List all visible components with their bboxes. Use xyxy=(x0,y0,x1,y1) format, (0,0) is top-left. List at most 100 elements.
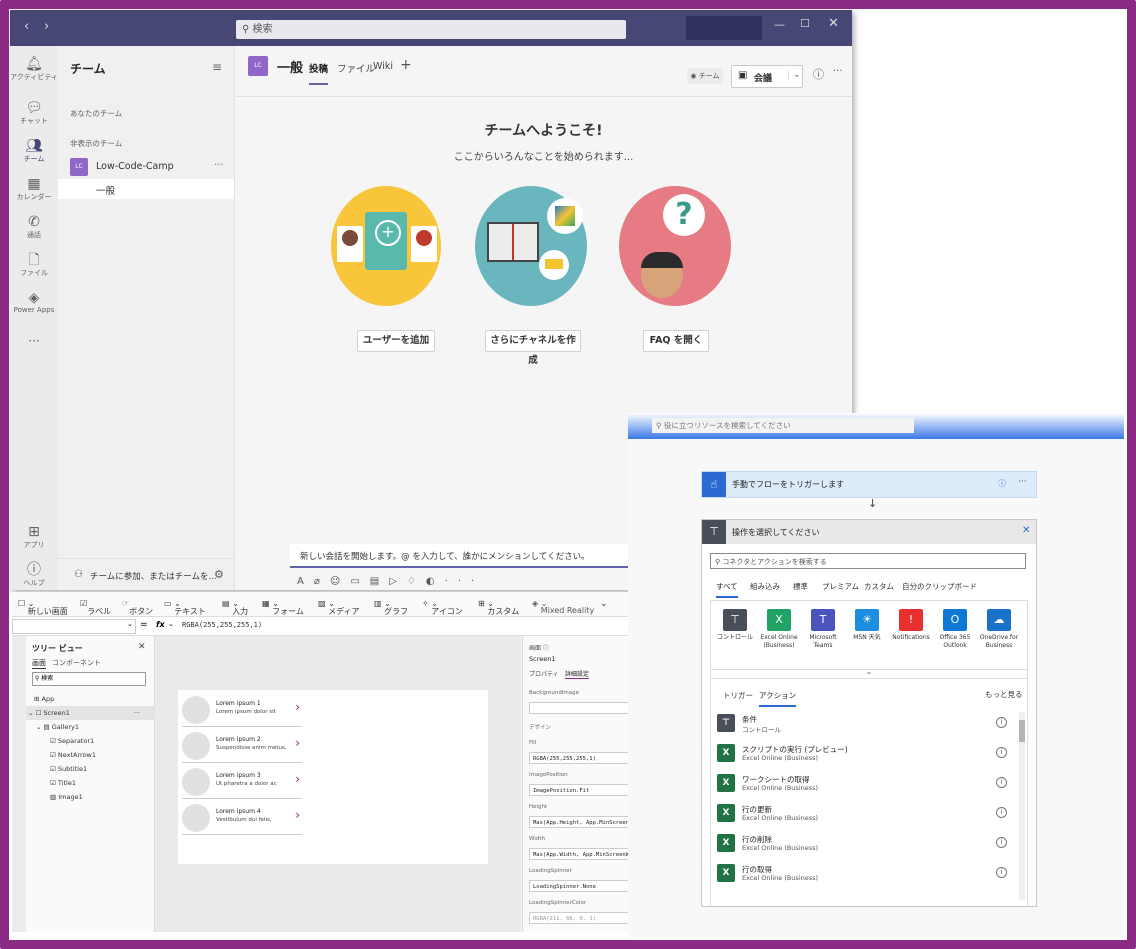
connector-teams[interactable]: T Microsoft Teams xyxy=(801,609,845,650)
more-icon[interactable]: ··· xyxy=(833,66,843,77)
team-item[interactable]: LC Low-Code-Camp ··· xyxy=(68,156,234,178)
meet-now-icon[interactable]: ▷ xyxy=(389,576,407,587)
tab-advanced[interactable]: 詳細設定 xyxy=(565,669,590,679)
cat-tab-standard[interactable]: 標準 xyxy=(793,581,808,592)
rail-calendar[interactable]: ▦ カレンダー xyxy=(10,176,58,202)
tree-item-screen1[interactable]: ⌄ ☐ Screen1 ··· xyxy=(26,706,168,720)
tab-properties[interactable]: プロパティ xyxy=(529,669,559,678)
rail-calls[interactable]: ✆ 通話 xyxy=(10,214,58,240)
connector-outlook[interactable]: O Office 365 Outlook xyxy=(933,609,977,650)
forward-arrow-icon[interactable]: › xyxy=(44,19,49,34)
chevron-right-icon[interactable]: › xyxy=(295,736,300,750)
formula-input[interactable]: RGBA(255,255,255,1) xyxy=(182,621,262,629)
meet-button[interactable]: ▣ 会議 ⌄ xyxy=(731,65,803,88)
connector-onedrive[interactable]: ☁ OneDrive for Business xyxy=(977,609,1021,650)
rail-apps[interactable]: ⊞ アプリ xyxy=(10,524,58,550)
more-icon[interactable]: ··· xyxy=(445,576,485,587)
more-options-icon[interactable]: ··· xyxy=(214,160,224,171)
prop-input[interactable]: Max(App.Height, App.MinScreenHeight) xyxy=(529,816,633,828)
action-item[interactable]: X 行の削除 Excel Online (Business) i xyxy=(711,830,1011,860)
info-icon[interactable]: i xyxy=(996,837,1007,848)
close-icon[interactable]: ✕ xyxy=(828,16,839,31)
join-team-bar[interactable]: ⚇ チームに参加、またはチームを... ⚙ xyxy=(58,558,234,590)
more-icon[interactable]: ··· xyxy=(1018,477,1027,487)
open-faq-button[interactable]: FAQ を開く xyxy=(643,330,709,352)
close-icon[interactable]: ✕ xyxy=(1022,525,1030,536)
tab-actions[interactable]: アクション xyxy=(759,690,797,707)
label-button[interactable]: ☑ ラベル xyxy=(80,599,111,616)
gallery-item[interactable]: Lorem ipsum 4 Vestibulum dui felis, › xyxy=(182,800,302,835)
tab-wiki[interactable]: Wiki xyxy=(373,61,393,72)
tab-posts[interactable]: 投稿 xyxy=(309,61,329,85)
tab-components[interactable]: コンポーネント xyxy=(52,658,101,668)
connector-notifications[interactable]: ! Notifications xyxy=(889,609,933,642)
chart-menu[interactable]: ▥ グラフ ⌄ xyxy=(374,599,408,616)
rail-activity[interactable]: 🔔︎ アクティビティ xyxy=(10,56,58,82)
prop-input[interactable]: ImagePosition.Fit xyxy=(529,784,633,796)
resource-search-input[interactable]: ⚲ 役に立つリソースを検索してください xyxy=(652,418,914,433)
connector-excel[interactable]: X Excel Online (Business) xyxy=(757,609,801,650)
text-menu[interactable]: ▭ テキスト ⌄ xyxy=(164,599,206,616)
info-icon[interactable]: ⓘ xyxy=(813,66,824,82)
mixed-reality-menu[interactable]: ◈ Mixed Reality ⌄ xyxy=(532,599,594,615)
search-input[interactable]: ⚲ 検索 xyxy=(236,20,626,39)
prop-input[interactable]: RGBA(211, 66, 9, 1) xyxy=(529,912,633,924)
scrollbar-thumb[interactable] xyxy=(1019,720,1025,742)
action-item[interactable]: X ワークシートの取得 Excel Online (Business) i xyxy=(711,770,1011,800)
prop-input[interactable]: Max(App.Width, App.MinScreenWidth) xyxy=(529,848,633,860)
format-icon[interactable]: A xyxy=(297,576,314,587)
tab-screens[interactable]: 画面 xyxy=(32,658,46,669)
rail-help[interactable]: ⓘ ヘルプ xyxy=(10,562,58,588)
filter-icon[interactable]: ≡ xyxy=(212,60,222,74)
tab-files[interactable]: ファイル xyxy=(337,61,375,75)
gallery-item[interactable]: Lorem ipsum 1 Lorem ipsum dolor sit › xyxy=(182,692,302,727)
more-apps-icon[interactable]: ··· xyxy=(10,334,58,348)
prop-input[interactable]: LoadingSpinner.None xyxy=(529,880,633,892)
cat-tab-builtin[interactable]: 組み込み xyxy=(750,581,780,592)
minimize-icon[interactable]: — xyxy=(774,18,785,31)
gif-icon[interactable]: ▭ xyxy=(350,576,369,587)
chevron-right-icon[interactable]: › xyxy=(295,700,300,714)
tree-item-app[interactable]: ⊞ App xyxy=(26,692,174,706)
gallery-item[interactable]: Lorem ipsum 2 Suspendisse enim metus, › xyxy=(182,728,302,763)
form-menu[interactable]: ▦ フォーム ⌄ xyxy=(262,599,304,616)
icons-menu[interactable]: ✧ アイコン ⌄ xyxy=(422,599,463,616)
new-screen-button[interactable]: ☐ 新しい画面 ⌄ xyxy=(18,599,68,616)
cat-tab-clipboard[interactable]: 自分のクリップボード xyxy=(902,581,977,592)
attach-icon[interactable]: ⌀ xyxy=(314,576,330,587)
cat-tab-custom[interactable]: カスタム xyxy=(864,581,894,592)
rail-powerapps[interactable]: ◈ Power Apps xyxy=(10,290,58,314)
info-icon[interactable]: i xyxy=(996,777,1007,788)
close-icon[interactable]: ✕ xyxy=(138,642,146,652)
action-item[interactable]: X スクリプトの実行 (プレビュー) Excel Online (Business)… xyxy=(711,740,1011,770)
rail-teams[interactable]: 👥︎ チーム xyxy=(10,138,58,164)
praise-icon[interactable]: ♢ xyxy=(407,576,426,587)
info-icon[interactable]: i xyxy=(996,867,1007,878)
action-item[interactable]: ⊤ 条件 コントロール i xyxy=(711,710,1011,740)
connector-control[interactable]: ⊤ コントロール xyxy=(713,609,757,642)
custom-menu[interactable]: ⊞ カスタム ⌄ xyxy=(478,599,519,616)
back-arrow-icon[interactable]: ‹ xyxy=(24,19,29,34)
prop-input[interactable] xyxy=(529,702,633,714)
add-users-button[interactable]: ユーザーを追加 xyxy=(357,330,435,352)
trigger-card[interactable]: ☝ 手動でフローをトリガーします ⓘ ··· xyxy=(701,471,1037,498)
loop-icon[interactable]: ◐ xyxy=(426,576,445,587)
action-list-scrollbar[interactable] xyxy=(1019,712,1025,900)
emoji-icon[interactable]: ☺ xyxy=(330,576,350,587)
help-icon[interactable]: ⓘ xyxy=(998,478,1006,489)
chevron-down-icon[interactable]: ⌄ xyxy=(788,70,801,80)
tree-search-input[interactable]: ⚲ 検索 xyxy=(32,672,146,686)
gallery-item[interactable]: Lorem ipsum 3 Ut pharetra a dolor ac › xyxy=(182,764,302,799)
info-icon[interactable]: i xyxy=(996,747,1007,758)
chevron-right-icon[interactable]: › xyxy=(295,772,300,786)
prop-input[interactable]: RGBA(255,255,255,1) xyxy=(529,752,633,764)
connector-msn-weather[interactable]: ☀ MSN 天気 xyxy=(845,609,889,642)
rail-files[interactable]: 🗋 ファイル xyxy=(10,252,58,278)
input-menu[interactable]: ▤ 入力 ⌄ xyxy=(222,599,248,616)
tree-item-gallery1[interactable]: ⌄ ▤ Gallery1 xyxy=(26,720,176,734)
info-icon[interactable]: i xyxy=(996,717,1007,728)
property-dropdown[interactable]: ⌄ xyxy=(12,619,136,634)
info-icon[interactable]: i xyxy=(996,807,1007,818)
sticker-icon[interactable]: ▤ xyxy=(370,576,389,587)
button-button[interactable]: ☞ ボタン xyxy=(122,599,153,616)
